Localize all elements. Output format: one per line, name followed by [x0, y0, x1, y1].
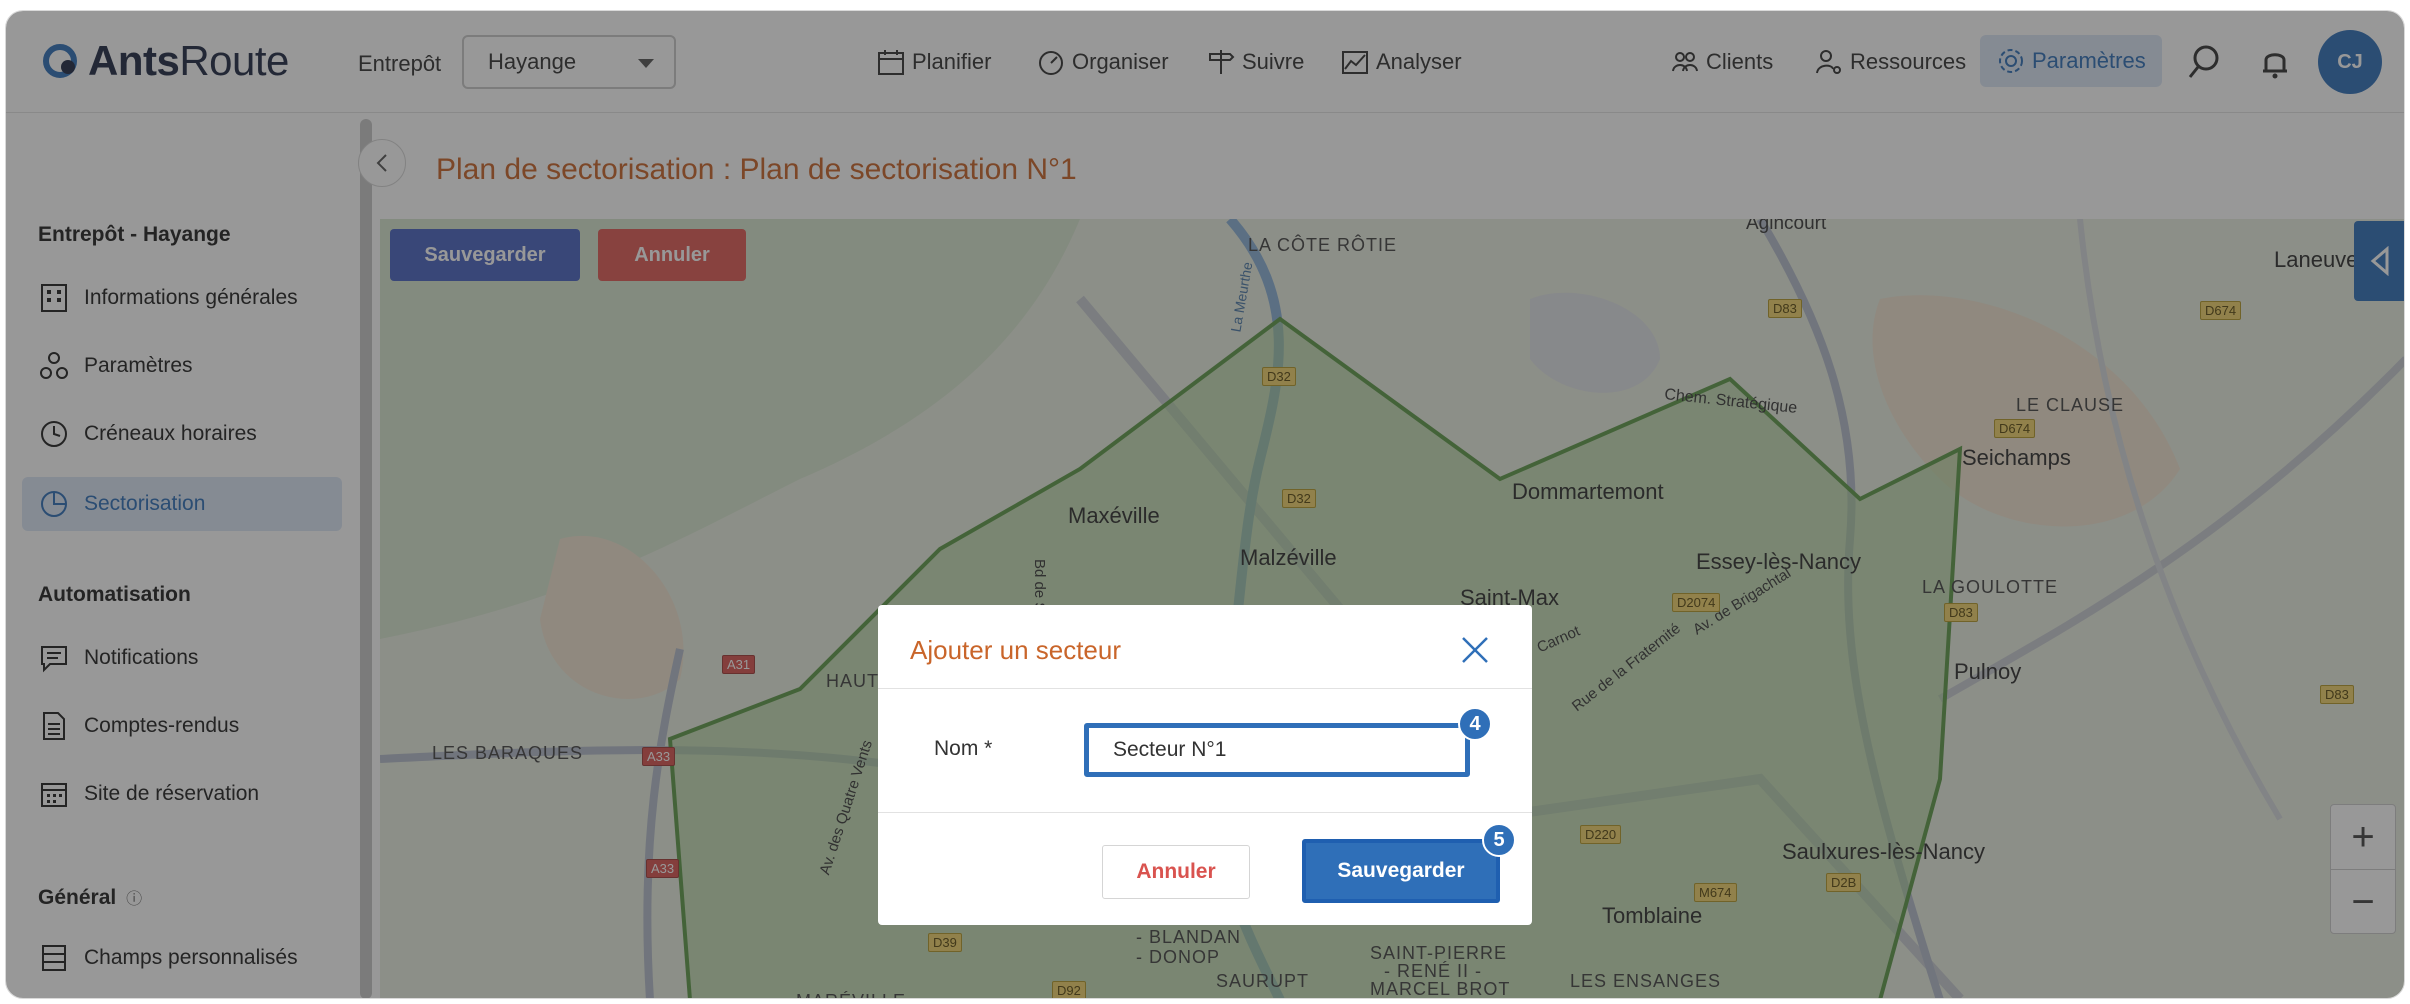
add-sector-dialog: Ajouter un secteur Nom * 4 Annuler Sauve…: [878, 605, 1532, 925]
app-window: AntsRoute Entrepôt Hayange Planifier Org…: [5, 10, 2405, 999]
close-icon[interactable]: [1460, 635, 1490, 665]
step-badge-5: 5: [1482, 823, 1516, 857]
step-badge-4: 4: [1458, 707, 1492, 741]
dialog-save-button[interactable]: Sauvegarder: [1302, 839, 1500, 903]
dialog-cancel-button[interactable]: Annuler: [1102, 845, 1250, 899]
dialog-title: Ajouter un secteur: [910, 635, 1122, 665]
dialog-body: Nom * 4: [878, 689, 1532, 813]
name-field-label: Nom *: [934, 737, 993, 760]
dialog-header: Ajouter un secteur: [878, 605, 1532, 689]
sector-name-input[interactable]: [1084, 723, 1470, 777]
